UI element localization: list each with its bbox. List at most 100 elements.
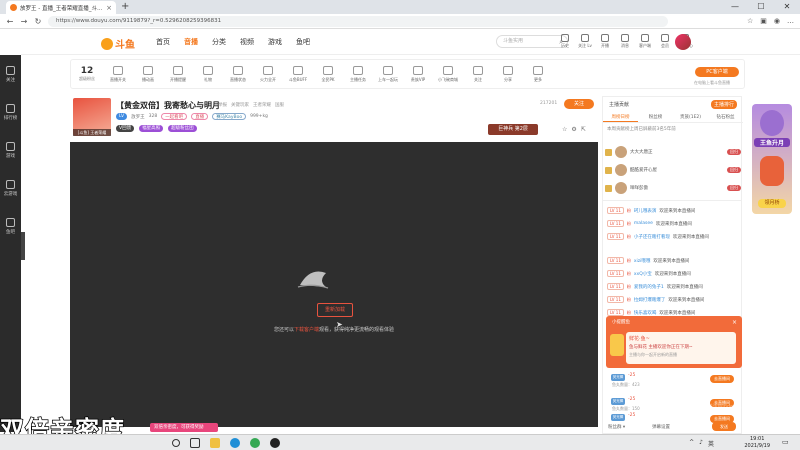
nav-games[interactable]: 游戏 — [268, 37, 282, 47]
sidebar-item-games[interactable]: 游戏 — [0, 131, 21, 169]
sidebar-collapse-handle[interactable] — [21, 232, 25, 260]
message-icon[interactable]: 消息 — [617, 34, 633, 49]
close-tab-icon[interactable]: × — [106, 4, 112, 12]
rank-row[interactable]: 咩咩彭傲 回归 — [605, 181, 741, 195]
fan-group-dropdown[interactable]: 粉丝群 ▾ — [608, 424, 625, 430]
badge-lucky[interactable]: 福星高照 — [139, 125, 164, 132]
tab-diamond[interactable]: 钻石粉丝 — [708, 112, 743, 122]
notification-icon[interactable]: ▭ — [782, 438, 794, 448]
new-tab-icon[interactable]: + — [121, 1, 129, 13]
anchor-rank-button[interactable]: 主播排行 — [710, 99, 737, 109]
browser-icon[interactable] — [250, 438, 260, 448]
sidebar-item-ranking[interactable]: 排行榜 — [0, 93, 21, 131]
anchor-name[interactable]: 放罗王 — [131, 114, 145, 120]
feature-animation[interactable]: 播动画 — [133, 65, 163, 83]
user-avatar[interactable] — [675, 34, 691, 50]
forward-icon[interactable]: → — [20, 17, 28, 26]
nav-music[interactable]: 音播 — [184, 37, 198, 47]
tray-expand-icon[interactable]: ^ — [689, 439, 694, 448]
collections-icon[interactable]: ▣ — [760, 17, 767, 25]
feature-share[interactable]: 分享 — [493, 65, 523, 83]
go-room-button[interactable]: 去直播间 — [710, 375, 734, 383]
chat-message[interactable]: LV 11 粉爱我的的兔子1 欢迎来到本直播间 — [607, 281, 741, 292]
settings-icon[interactable]: ⚙ — [571, 126, 576, 133]
chat-message[interactable]: LV 11 粉珂儿哦表演 欢迎来到本直播间 — [607, 205, 741, 216]
feature-fire[interactable]: 火力全开 — [253, 65, 283, 83]
browser-tab[interactable]: 放罗王 - 直播_王者荣耀直播_斗鱼... × — [6, 1, 116, 14]
report-link[interactable]: 举报 — [218, 102, 227, 108]
client-icon[interactable]: 客户端 — [637, 34, 653, 49]
reload-button[interactable]: 重新加载 — [317, 303, 353, 317]
room-tag[interactable]: 关键玩家 — [231, 102, 249, 108]
chat-message[interactable]: LV 11 粉 xizi哦哦 欢迎来到本直播间 — [607, 255, 741, 266]
feature-follow[interactable]: 关注 — [463, 65, 493, 83]
badge-v[interactable]: V回馈 — [116, 125, 135, 132]
feature-tasks[interactable]: 主播任务 — [343, 65, 373, 83]
url-field[interactable]: https://www.douyu.com/9119879?_r=0.52962… — [48, 15, 668, 27]
sidebar-item-follow[interactable]: 关注 — [0, 55, 21, 93]
feature-carpool[interactable]: 上车一起玩 — [373, 65, 403, 83]
nav-yuba[interactable]: 鱼吧 — [296, 37, 310, 47]
video-player[interactable]: 重新加载 您还可以下载客户端观看，获得纯净更流畅的观看体验 ➤ — [70, 142, 598, 427]
back-icon[interactable]: ← — [6, 17, 14, 26]
feature-buff[interactable]: 斗鱼BUFF — [283, 65, 313, 83]
feature-more[interactable]: 更多 — [523, 65, 553, 83]
badge-fan-group[interactable]: 超级粉丝团 — [168, 125, 197, 132]
download-client-link[interactable]: 下载客户端 — [294, 327, 319, 333]
chat-message[interactable]: LV 11 粉拉姆打爆瞎爆了 欢迎来到本直播间 — [607, 294, 741, 305]
chat-message[interactable]: LV 11 粉小子还在瞎打看现 欢迎来到本直播间 — [607, 231, 741, 242]
more-icon[interactable]: … — [787, 17, 794, 25]
feature-reminder[interactable]: 开播提醒 — [163, 65, 193, 83]
history-icon[interactable]: 历史 — [557, 34, 573, 49]
ime-icon[interactable]: 英 — [708, 439, 714, 448]
feature-shop[interactable]: 小飞碗商城 — [433, 65, 463, 83]
room-tag-2[interactable]: 直播 — [191, 113, 209, 120]
close-window-button[interactable]: ✕ — [774, 0, 800, 14]
room-tag-1[interactable]: 一起看吧 — [161, 113, 188, 120]
star-icon[interactable]: ☆ — [562, 126, 567, 133]
follow-icon[interactable]: 关注 Lv — [577, 34, 593, 49]
feature-gift[interactable]: 礼物 — [193, 65, 223, 83]
douyu-logo[interactable]: 斗鱼 — [101, 36, 135, 51]
nav-video[interactable]: 视频 — [240, 37, 254, 47]
claim-button[interactable]: 领月桥 — [758, 199, 786, 208]
send-button[interactable]: 发送 — [712, 422, 736, 431]
chat-message[interactable]: LV 11 粉 malasee 欢迎来到本直播间 — [607, 218, 741, 229]
nav-home[interactable]: 首页 — [156, 37, 170, 47]
feature-vip[interactable]: 贵族VIP — [403, 65, 433, 83]
room-category[interactable]: 王者荣耀 — [253, 102, 271, 108]
feature-status[interactable]: 直播状态 — [223, 65, 253, 83]
sidebar-item-cloud-games[interactable]: 云游戏 — [0, 169, 21, 207]
pc-client-button[interactable]: PC客户端 — [695, 67, 739, 77]
room-server[interactable]: 国服 — [275, 102, 284, 108]
chat-message[interactable]: LV 11 粉 xxQ小宝 欢迎来到本直播间 — [607, 268, 741, 279]
popout-icon[interactable]: ⇱ — [581, 126, 586, 133]
minimize-button[interactable]: — — [722, 0, 748, 14]
nav-category[interactable]: 分类 — [212, 37, 226, 47]
sidebar-item-yuba[interactable]: 鱼吧 — [0, 207, 21, 245]
tab-noble[interactable]: 贵族(1E2) — [673, 112, 708, 122]
clock[interactable]: 19:01 2021/9/19 — [744, 436, 770, 450]
follow-button[interactable]: 关注 — [564, 99, 594, 109]
task-view-icon[interactable] — [190, 438, 200, 448]
room-tag-3[interactable]: 赛马KayBoo — [212, 113, 247, 120]
file-explorer-icon[interactable] — [210, 438, 220, 448]
close-icon[interactable]: × — [732, 319, 737, 326]
vip-icon[interactable]: 会员 — [657, 34, 673, 49]
favorites-icon[interactable]: ☆ — [747, 17, 753, 25]
rank-row[interactable]: 酷酷爱开心屋 回归 — [605, 163, 741, 177]
feature-live-switch[interactable]: 直播开关 — [103, 65, 133, 83]
app-icon[interactable] — [270, 438, 280, 448]
promo-banner[interactable]: 王鱼升月 领月桥 — [752, 104, 792, 214]
fan-level[interactable]: 12 超级粉丝 — [71, 66, 103, 82]
edge-icon[interactable] — [230, 438, 240, 448]
tab-week[interactable]: 周榜日榜 — [603, 112, 638, 122]
danmu-settings[interactable]: 弹幕设置 — [652, 424, 670, 430]
rank-row[interactable]: 大大大唐正 回归 — [605, 145, 741, 159]
search-icon[interactable] — [172, 439, 180, 447]
feature-pk[interactable]: 全民PK — [313, 65, 343, 83]
tab-fans[interactable]: 粉丝榜 — [638, 112, 673, 122]
activity-banner[interactable]: 巨神兵 第2层 — [488, 124, 538, 135]
broadcast-icon[interactable]: 开播 — [597, 34, 613, 49]
maximize-button[interactable]: ☐ — [748, 0, 774, 14]
